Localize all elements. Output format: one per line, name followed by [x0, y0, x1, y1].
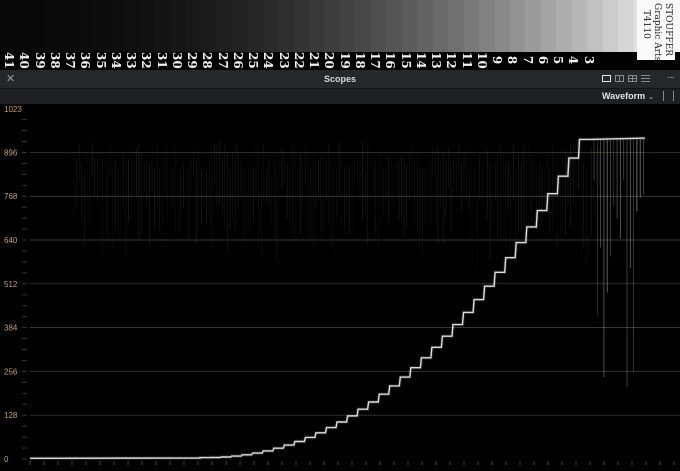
wedge-step: [494, 0, 510, 52]
panel-title-bar: ✕ Scopes ···: [0, 70, 680, 89]
scope-type-dropdown[interactable]: Waveform ⌄: [598, 90, 658, 103]
wedge-step: [169, 0, 186, 52]
wedge-step: [571, 0, 588, 52]
wedge-step: [293, 0, 310, 52]
quad-layout-icon[interactable]: [628, 75, 637, 82]
wedge-step: [200, 0, 217, 52]
y-axis-label: 384: [4, 324, 18, 333]
waveform-trace-glow: [29, 136, 646, 461]
step-wedge-label: STOUFFER Graphic Arts T4110: [637, 0, 675, 62]
waveform-scope: 1023 896 768 640 512 384 256 128 0: [0, 104, 680, 471]
wedge-step: [185, 0, 201, 52]
wedge-step: [108, 0, 124, 52]
wedge-step: [77, 0, 93, 52]
settings-icon[interactable]: [663, 91, 674, 101]
list-layout-icon[interactable]: [641, 75, 650, 82]
scope-toolbar: Waveform ⌄: [0, 89, 680, 104]
panel-title: Scopes: [323, 74, 356, 84]
wedge-step-number: 3: [581, 55, 596, 65]
wedge-step: [417, 0, 433, 52]
wedge-step: [401, 0, 418, 52]
wedge-step: [0, 0, 16, 52]
waveform-trace: [29, 137, 646, 459]
wedge-step: [355, 0, 371, 52]
wedge-step: [216, 0, 232, 52]
step-wedge-gradient: [0, 0, 680, 52]
wedge-step: [339, 0, 356, 52]
wedge-step: [61, 0, 78, 52]
more-icon[interactable]: ···: [667, 70, 675, 86]
y-axis-label: 0: [4, 455, 9, 464]
y-axis-label: 128: [4, 411, 18, 420]
wedge-label-line-2: Graphic Arts: [652, 3, 662, 62]
chevron-down-icon: ⌄: [648, 94, 654, 101]
wedge-step: [448, 0, 464, 52]
wedge-step: [525, 0, 541, 52]
wedge-step: [463, 0, 480, 52]
wedge-step: [556, 0, 572, 52]
wedge-step: [509, 0, 526, 52]
y-axis-label: 640: [4, 236, 18, 245]
y-axis-label: 1023: [4, 105, 22, 114]
step-wedge-numbers: 41 40 39 38 37 36 35 34 33 32 31 30 29 28 27 26 25 24 23 22…: [0, 50, 680, 70]
step-wedge-image: 41 40 39 38 37 36 35 34 33 32 31 30 29 28 27 26 25 24 23 22…: [0, 0, 680, 70]
single-layout-icon[interactable]: [602, 75, 611, 82]
waveform-plot: 1023 896 768 640 512 384 256 128 0: [4, 105, 680, 465]
wedge-step: [123, 0, 140, 52]
scope-type-label: Waveform: [601, 91, 646, 101]
wedge-step: [602, 0, 619, 52]
dual-layout-icon[interactable]: [615, 75, 624, 82]
wedge-step: [432, 0, 449, 52]
wedge-step: [247, 0, 263, 52]
y-axis-label: 512: [4, 280, 18, 289]
wedge-step: [46, 0, 62, 52]
wedge-step: [309, 0, 325, 52]
wedge-step: [92, 0, 109, 52]
wedge-step: [262, 0, 279, 52]
wedge-step: [479, 0, 495, 52]
y-axis-label: 768: [4, 192, 18, 201]
wedge-step: [231, 0, 248, 52]
wedge-step: [154, 0, 170, 52]
wedge-step: [278, 0, 294, 52]
wedge-step: [370, 0, 387, 52]
wedge-step: [324, 0, 340, 52]
wedge-step: [139, 0, 155, 52]
y-axis-label: 256: [4, 367, 18, 376]
y-axis-label: 896: [4, 148, 18, 157]
wedge-step: [540, 0, 557, 52]
wedge-step: [618, 0, 634, 52]
wedge-label-line-1: STOUFFER: [663, 3, 673, 56]
wedge-label-line-3: T4110: [641, 10, 651, 39]
wedge-step: [386, 0, 402, 52]
wedge-step: [587, 0, 603, 52]
wedge-step: [30, 0, 47, 52]
wedge-step: [15, 0, 31, 52]
